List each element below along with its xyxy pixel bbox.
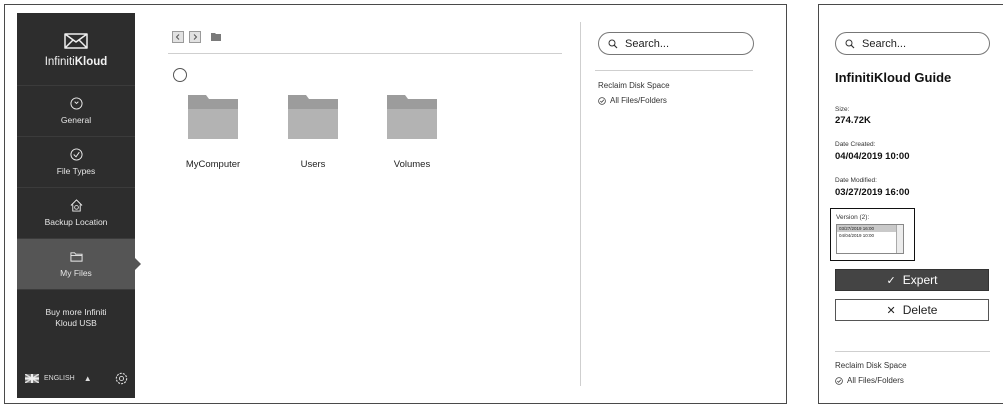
infinitikloud-logo-icon	[64, 32, 88, 49]
folder-item[interactable]: Volumes	[376, 95, 448, 170]
general-icon	[69, 97, 83, 110]
sidebar-item-backup-location[interactable]: Backup Location	[17, 188, 135, 239]
detail-search-box[interactable]	[835, 32, 990, 55]
toolbar	[172, 31, 221, 43]
forward-button[interactable]	[189, 31, 201, 43]
check-circle-icon	[69, 148, 83, 161]
buy-label-line1: Buy more Infiniti	[45, 307, 107, 317]
detail-reclaim-option-label: All Files/Folders	[847, 376, 904, 385]
reclaim-option-label: All Files/Folders	[610, 96, 667, 105]
sidebar-item-buy-usb[interactable]: Buy more Infiniti Kloud USB	[17, 290, 135, 340]
folder-icon	[288, 95, 338, 139]
toolbar-divider	[168, 53, 562, 54]
sidebar-item-label: General	[60, 115, 92, 125]
sidebar-item-label: File Types	[56, 166, 96, 176]
search-icon	[608, 39, 618, 48]
folder-icon	[387, 95, 437, 139]
detail-divider	[835, 351, 990, 352]
size-label: Size:	[835, 106, 850, 113]
chevron-right-icon	[193, 34, 198, 40]
uk-flag-icon	[25, 373, 39, 383]
delete-label: Delete	[902, 303, 938, 317]
version-list[interactable]: 03/27/2019 16:00 04/04/2019 10:00	[836, 224, 904, 254]
modified-value: 03/27/2019 16:00	[835, 187, 910, 198]
created-value: 04/04/2019 10:00	[835, 151, 910, 162]
folder-icon[interactable]	[211, 33, 221, 41]
select-all-radio[interactable]	[173, 68, 187, 82]
version-label: Version (2):	[836, 214, 870, 221]
check-circle-icon	[598, 96, 606, 105]
brand-name: InfinitiKloud	[44, 55, 108, 68]
search-icon	[845, 39, 855, 48]
detail-reclaim-option[interactable]: All Files/Folders	[835, 376, 904, 385]
detail-reclaim-title: Reclaim Disk Space	[835, 361, 907, 370]
sidebar-item-file-types[interactable]: File Types	[17, 137, 135, 188]
size-value: 274.72K	[835, 115, 871, 126]
reclaim-option[interactable]: All Files/Folders	[598, 96, 667, 105]
sidebar-item-label: My Files	[60, 268, 92, 278]
detail-title: InfinitiKloud Guide	[835, 70, 952, 85]
back-button[interactable]	[172, 31, 184, 43]
caret-up-icon[interactable]: ▲	[84, 374, 92, 383]
modified-label: Date Modified:	[835, 177, 877, 184]
search-input[interactable]	[623, 36, 727, 51]
language-label[interactable]: ENGLISH	[44, 375, 75, 382]
right-panel-divider	[595, 70, 753, 71]
folder-icon	[188, 95, 238, 139]
sidebar-item-general[interactable]: General	[17, 86, 135, 137]
delete-button[interactable]: ✕ Delete	[835, 299, 989, 321]
search-box[interactable]	[598, 32, 754, 55]
close-icon: ✕	[886, 304, 896, 317]
sidebar-item-my-files[interactable]: My Files	[17, 239, 141, 290]
expert-label: Expert	[902, 273, 938, 287]
detail-window	[818, 4, 1003, 404]
detail-search-input[interactable]	[860, 36, 964, 51]
version-box: Version (2): 03/27/2019 16:00 04/04/2019…	[830, 208, 915, 261]
check-icon: ✓	[886, 274, 896, 287]
folder-label: Users	[300, 159, 326, 170]
home-search-icon	[70, 199, 82, 212]
folder-label: MyComputer	[185, 159, 241, 170]
folder-item[interactable]: Users	[277, 95, 349, 170]
version-scrollbar[interactable]	[896, 225, 903, 253]
expert-button[interactable]: ✓ Expert	[835, 269, 989, 291]
version-option[interactable]: 04/04/2019 10:00	[837, 232, 903, 239]
chevron-left-icon	[175, 34, 180, 40]
gear-icon[interactable]	[114, 371, 129, 386]
language-bar: ENGLISH ▲	[25, 370, 129, 386]
logo: InfinitiKloud	[17, 13, 135, 86]
created-label: Date Created:	[835, 141, 876, 148]
folder-item[interactable]: MyComputer	[177, 95, 249, 170]
panel-divider	[580, 22, 581, 386]
folder-label: Volumes	[393, 159, 431, 170]
folder-icon	[69, 252, 83, 262]
sidebar-item-label: Backup Location	[44, 217, 108, 227]
sidebar: InfinitiKloud General File Types Backup …	[17, 13, 141, 398]
buy-label-line2: Kloud USB	[55, 318, 97, 328]
reclaim-title: Reclaim Disk Space	[598, 81, 670, 90]
check-circle-icon	[835, 376, 843, 385]
version-option[interactable]: 03/27/2019 16:00	[837, 225, 903, 232]
